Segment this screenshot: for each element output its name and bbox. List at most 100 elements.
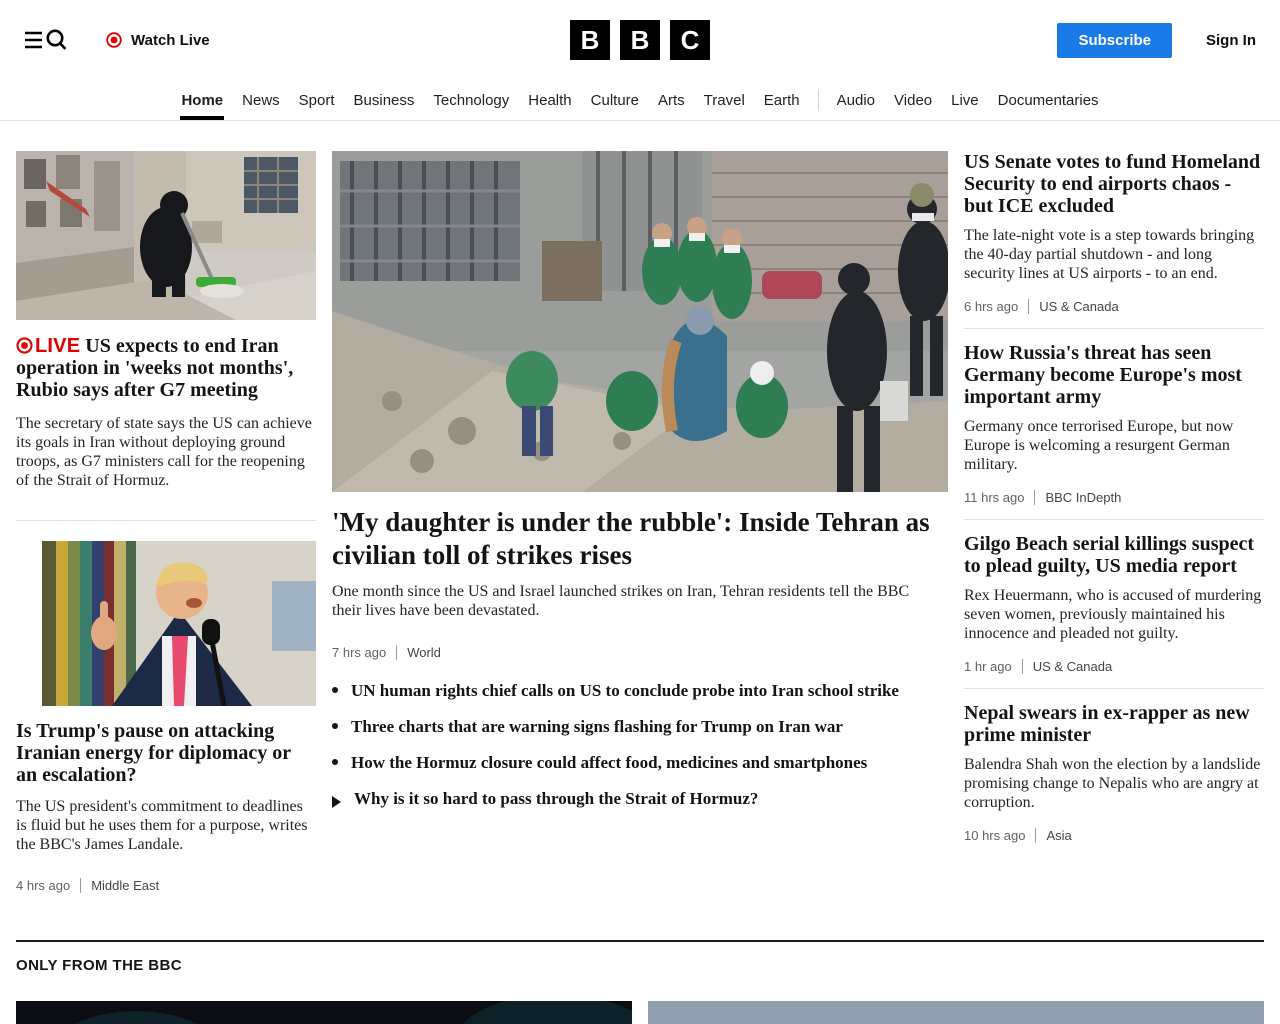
story-divider [964, 688, 1264, 689]
nav-item-news[interactable]: News [241, 80, 281, 120]
category-tag: Asia [1046, 828, 1071, 843]
watch-live-link[interactable]: Watch Live [106, 32, 210, 49]
story-summary: Germany once terrorised Europe, but now … [964, 417, 1264, 474]
nav-item-sport[interactable]: Sport [298, 80, 336, 120]
related-story-link[interactable]: How the Hormuz closure could affect food… [332, 753, 948, 773]
live-badge: LIVE [16, 335, 80, 357]
story-meta: 1 hr ago US & Canada [964, 659, 1264, 674]
timestamp: 6 hrs ago [964, 299, 1018, 314]
nav-item-health[interactable]: Health [527, 80, 572, 120]
live-story-image[interactable] [16, 151, 316, 320]
nav-item-home[interactable]: Home [180, 80, 224, 120]
related-story-label: How the Hormuz closure could affect food… [351, 753, 867, 773]
right-column: US Senate votes to fund Homeland Securit… [964, 151, 1264, 893]
meta-divider [1035, 828, 1036, 843]
story-headline[interactable]: Gilgo Beach serial killings suspect to p… [964, 533, 1264, 577]
story-headline[interactable]: US Senate votes to fund Homeland Securit… [964, 151, 1264, 217]
section-rule [16, 940, 1264, 942]
blue-gray-still [648, 1001, 1264, 1024]
main-story-meta: 7 hrs ago World [332, 645, 948, 660]
story-divider [964, 328, 1264, 329]
related-video-link[interactable]: Why is it so hard to pass through the St… [332, 789, 948, 809]
timestamp: 7 hrs ago [332, 645, 386, 660]
main-story-summary: One month since the US and Israel launch… [332, 582, 940, 620]
related-story-label: UN human rights chief calls on US to con… [351, 681, 899, 701]
analysis-story-meta: 4 hrs ago Middle East [16, 878, 316, 893]
related-stories-list: UN human rights chief calls on US to con… [332, 681, 948, 809]
nav-item-arts[interactable]: Arts [657, 80, 686, 120]
category-tag: BBC InDepth [1045, 490, 1121, 505]
analysis-story-headline[interactable]: Is Trump's pause on attacking Iranian en… [16, 720, 316, 786]
timestamp: 10 hrs ago [964, 828, 1025, 843]
analysis-story-image[interactable] [42, 541, 316, 706]
nav-item-audio[interactable]: Audio [836, 80, 876, 120]
related-story-link[interactable]: Three charts that are warning signs flas… [332, 717, 948, 737]
meta-divider [396, 645, 397, 660]
hamburger-search-icon [24, 27, 70, 53]
dark-drama-still [16, 1001, 632, 1024]
logo-letter: B [570, 20, 610, 60]
story-summary: Balendra Shah won the election by a land… [964, 755, 1264, 812]
related-story-link[interactable]: UN human rights chief calls on US to con… [332, 681, 948, 701]
nav-item-business[interactable]: Business [353, 80, 416, 120]
column-divider [16, 520, 316, 521]
nav-item-documentaries[interactable]: Documentaries [997, 80, 1100, 120]
meta-divider [1028, 299, 1029, 314]
top-stories: LIVE US expects to end Iran operation in… [16, 151, 1264, 893]
story-card: Gilgo Beach serial killings suspect to p… [964, 533, 1264, 674]
main-story-headline[interactable]: 'My daughter is under the rubble': Insid… [332, 506, 948, 572]
watch-live-label: Watch Live [131, 32, 210, 49]
story-summary: Rex Heuermann, who is accused of murderi… [964, 586, 1264, 643]
nav-item-culture[interactable]: Culture [590, 80, 640, 120]
nav-item-live[interactable]: Live [950, 80, 980, 120]
story-headline[interactable]: Nepal swears in ex-rapper as new prime m… [964, 702, 1264, 746]
trump-oval-office-image [42, 541, 316, 706]
site-header: Watch Live B B C Subscribe Sign In [0, 0, 1280, 80]
story-card: How Russia's threat has seen Germany bec… [964, 342, 1264, 505]
tehran-rescue-image [332, 151, 948, 492]
category-tag: World [407, 645, 441, 660]
nav-item-video[interactable]: Video [893, 80, 933, 120]
meta-divider [1034, 490, 1035, 505]
menu-and-search-button[interactable] [24, 27, 70, 53]
live-story-headline[interactable]: LIVE US expects to end Iran operation in… [16, 335, 316, 401]
story-headline[interactable]: How Russia's threat has seen Germany bec… [964, 342, 1264, 408]
primary-nav: Home News Sport Business Technology Heal… [0, 80, 1280, 121]
live-dot-icon [16, 337, 33, 354]
bullet-icon [332, 759, 338, 765]
story-meta: 10 hrs ago Asia [964, 828, 1264, 843]
analysis-story-summary: The US president's commitment to deadlin… [16, 797, 316, 854]
category-tag: US & Canada [1033, 659, 1113, 674]
left-column: LIVE US expects to end Iran operation in… [16, 151, 316, 893]
logo-letter: C [670, 20, 710, 60]
timestamp: 1 hr ago [964, 659, 1012, 674]
bullet-icon [332, 723, 338, 729]
story-card: US Senate votes to fund Homeland Securit… [964, 151, 1264, 314]
related-story-label: Three charts that are warning signs flas… [351, 717, 843, 737]
live-dot-icon [106, 32, 122, 48]
bbc-feature-image-2[interactable] [648, 1001, 1264, 1024]
main-story: 'My daughter is under the rubble': Insid… [332, 151, 948, 893]
live-story-summary: The secretary of state says the US can a… [16, 414, 316, 490]
story-divider [964, 519, 1264, 520]
category-tag: US & Canada [1039, 299, 1119, 314]
subscribe-button[interactable]: Subscribe [1057, 23, 1172, 58]
nav-divider [818, 89, 819, 111]
meta-divider [80, 878, 81, 893]
main-story-image[interactable] [332, 151, 948, 492]
logo-letter: B [620, 20, 660, 60]
story-card: Nepal swears in ex-rapper as new prime m… [964, 702, 1264, 843]
bbc-feature-image-1[interactable] [16, 1001, 632, 1024]
timestamp: 4 hrs ago [16, 878, 70, 893]
bbc-logo[interactable]: B B C [570, 20, 710, 60]
meta-divider [1022, 659, 1023, 674]
sweeping-rubble-image [16, 151, 316, 320]
only-from-the-bbc-section: ONLY FROM THE BBC [16, 940, 1264, 1024]
sign-in-link[interactable]: Sign In [1206, 32, 1256, 49]
nav-item-technology[interactable]: Technology [432, 80, 510, 120]
story-summary: The late-night vote is a step towards br… [964, 226, 1264, 283]
category-tag: Middle East [91, 878, 159, 893]
nav-item-earth[interactable]: Earth [763, 80, 801, 120]
related-story-label: Why is it so hard to pass through the St… [354, 789, 758, 809]
nav-item-travel[interactable]: Travel [703, 80, 746, 120]
